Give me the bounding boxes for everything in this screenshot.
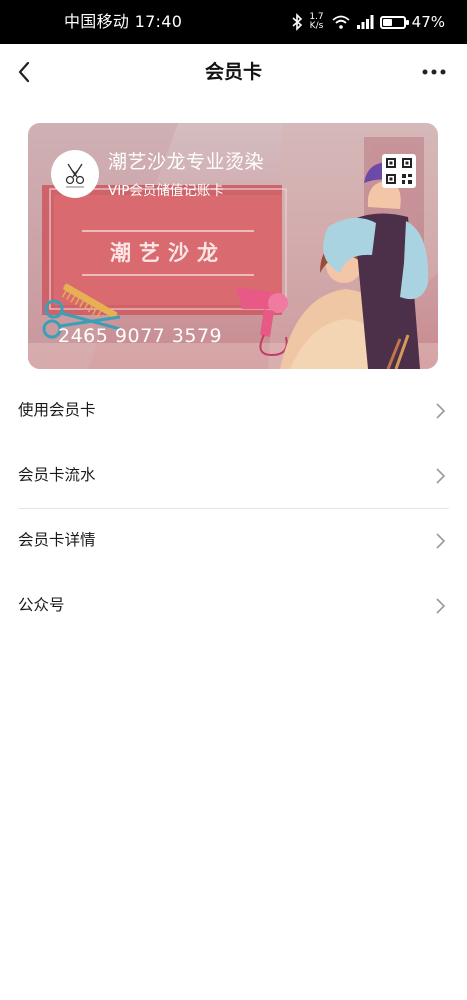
bluetooth-icon <box>292 13 303 31</box>
card-type: VIP会员储值记账卡 <box>108 183 224 199</box>
status-icons: 1.7 K/s 47% <box>291 0 445 44</box>
net-speed: 1.7 K/s <box>309 13 323 31</box>
menu-item-label: 公众号 <box>18 596 65 614</box>
battery-icon <box>379 15 409 29</box>
battery-level <box>382 18 393 26</box>
card-menu: 使用会员卡 会员卡流水 会员卡详情 公众号 <box>0 378 467 638</box>
menu-item-label: 会员卡详情 <box>18 531 96 549</box>
menu-item-use-card[interactable]: 使用会员卡 <box>0 378 467 443</box>
nav-bar: 会员卡 <box>0 44 467 100</box>
chevron-right-icon <box>436 468 446 484</box>
membership-card[interactable]: 潮艺沙龙专业烫染 VIP会员储值记账卡 潮艺沙龙 2465 9077 3579 <box>28 123 438 369</box>
wifi-icon <box>332 15 350 29</box>
menu-item-label: 使用会员卡 <box>18 401 96 419</box>
card-number: 2465 9077 3579 <box>58 325 223 347</box>
status-bar: 中国移动 17:40 1.7 K/s 47% <box>0 0 467 44</box>
menu-item-card-transactions[interactable]: 会员卡流水 <box>0 443 467 508</box>
battery-percent: 47% <box>411 13 445 31</box>
more-icon[interactable] <box>421 62 447 82</box>
card-brand: 潮艺沙龙 <box>110 241 226 265</box>
chevron-right-icon <box>436 533 446 549</box>
menu-item-official-account[interactable]: 公众号 <box>0 573 467 638</box>
chevron-right-icon <box>436 403 446 419</box>
salon-logo-icon <box>65 163 85 188</box>
qr-code-icon[interactable] <box>382 154 416 188</box>
menu-item-label: 会员卡流水 <box>18 466 96 484</box>
signal-icon <box>356 15 374 29</box>
carrier-time: 中国移动 17:40 <box>64 12 183 31</box>
shop-logo <box>51 150 99 198</box>
page-title: 会员卡 <box>204 61 262 83</box>
shop-name: 潮艺沙龙专业烫染 <box>108 151 265 173</box>
chevron-right-icon <box>436 598 446 614</box>
net-speed-unit: K/s <box>309 21 324 31</box>
menu-item-card-details[interactable]: 会员卡详情 <box>0 508 467 573</box>
